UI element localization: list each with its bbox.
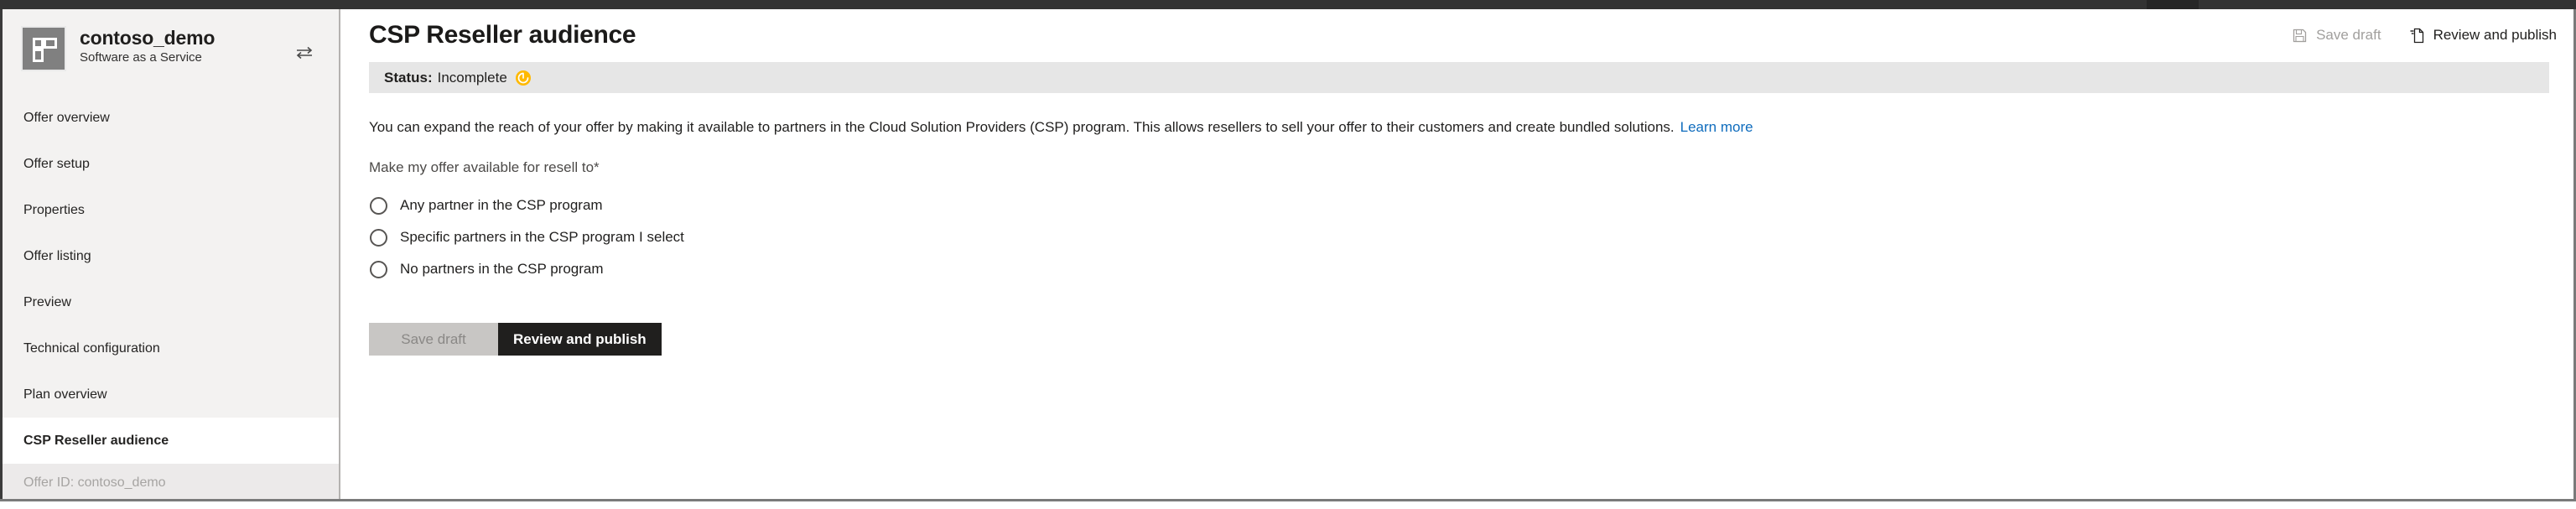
app-shell: contoso_demo Software as a Service Offer… — [0, 9, 2576, 509]
sidebar-item-plan-overview[interactable]: Plan overview — [3, 371, 339, 418]
radio-circle-icon[interactable] — [370, 260, 387, 278]
radio-circle-icon[interactable] — [370, 196, 387, 215]
radio-circle-icon[interactable] — [370, 228, 387, 247]
browser-top-chrome-bar — [0, 0, 2576, 9]
required-marker: * — [594, 159, 600, 175]
sidebar-nav: Offer overview Offer setup Properties Of… — [3, 95, 339, 464]
sidebar-item-label: Plan overview — [23, 387, 107, 402]
sidebar-item-preview[interactable]: Preview — [3, 279, 339, 325]
save-draft-button[interactable]: Save draft — [369, 323, 498, 356]
intro-paragraph: You can expand the reach of your offer b… — [369, 93, 2573, 137]
radio-option-no-partners[interactable]: No partners in the CSP program — [369, 253, 2573, 285]
main-content: CSP Reseller audience Save draft Review … — [340, 9, 2576, 499]
sidebar-item-csp-reseller-audience[interactable]: CSP Reseller audience — [3, 418, 339, 464]
resell-radio-group: Any partner in the CSP program Specific … — [369, 190, 2573, 285]
sidebar-item-technical-configuration[interactable]: Technical configuration — [3, 325, 339, 371]
publish-page-icon — [2410, 28, 2424, 44]
offer-id-footer: Offer ID: contoso_demo — [3, 464, 339, 499]
sidebar-item-label: Properties — [23, 202, 85, 217]
save-draft-label: Save draft — [2316, 27, 2381, 43]
sidebar-item-properties[interactable]: Properties — [3, 187, 339, 233]
offer-id-text: Offer ID: contoso_demo — [23, 475, 166, 490]
offer-type: Software as a Service — [80, 50, 202, 65]
sidebar-item-offer-setup[interactable]: Offer setup — [3, 141, 339, 187]
window-bottom-edge — [0, 499, 2576, 509]
page-header: CSP Reseller audience Save draft Review … — [340, 9, 2573, 62]
resell-field-label: Make my offer available for resell to* — [369, 159, 2573, 176]
status-badge: Status: Incomplete — [369, 62, 2549, 93]
status-value: Incomplete — [437, 69, 507, 86]
sidebar-item-label: Offer overview — [23, 110, 110, 125]
resell-field-label-text: Make my offer available for resell to — [369, 159, 595, 175]
sidebar-item-label: Offer listing — [23, 248, 91, 263]
sidebar-item-label: CSP Reseller audience — [23, 433, 169, 448]
sidebar-item-label: Preview — [23, 294, 71, 309]
left-sidebar: contoso_demo Software as a Service Offer… — [0, 9, 340, 499]
radio-option-any-partner[interactable]: Any partner in the CSP program — [369, 190, 2573, 221]
learn-more-link[interactable]: Learn more — [1680, 119, 1753, 135]
switch-offer-icon[interactable] — [295, 46, 314, 60]
offer-name: contoso_demo — [80, 27, 216, 49]
command-bar: Save draft Review and publish — [2293, 27, 2557, 44]
save-draft-command[interactable]: Save draft — [2293, 27, 2381, 44]
intro-text: You can expand the reach of your offer b… — [369, 119, 1675, 135]
radio-option-label: Specific partners in the CSP program I s… — [400, 229, 684, 245]
sidebar-item-offer-overview[interactable]: Offer overview — [3, 95, 339, 141]
review-and-publish-button[interactable]: Review and publish — [498, 323, 662, 356]
radio-option-specific-partners[interactable]: Specific partners in the CSP program I s… — [369, 221, 2573, 253]
review-and-publish-label: Review and publish — [2433, 27, 2557, 43]
form-body: You can expand the reach of your offer b… — [369, 93, 2573, 499]
radio-option-label: Any partner in the CSP program — [400, 197, 603, 213]
sidebar-item-label: Technical configuration — [23, 340, 160, 356]
save-icon — [2293, 29, 2307, 43]
browser-tab-segment — [2147, 0, 2199, 9]
status-label: Status: — [384, 69, 433, 86]
review-and-publish-command[interactable]: Review and publish — [2410, 27, 2557, 44]
clock-pending-icon — [515, 70, 532, 86]
sidebar-item-label: Offer setup — [23, 156, 90, 171]
radio-option-label: No partners in the CSP program — [400, 261, 604, 277]
sidebar-item-offer-listing[interactable]: Offer listing — [3, 233, 339, 279]
form-actions: Save draft Review and publish — [369, 323, 2573, 356]
offer-identity-header: contoso_demo Software as a Service — [3, 9, 339, 78]
offer-tile-icon — [21, 26, 66, 71]
page-title: CSP Reseller audience — [369, 21, 636, 49]
